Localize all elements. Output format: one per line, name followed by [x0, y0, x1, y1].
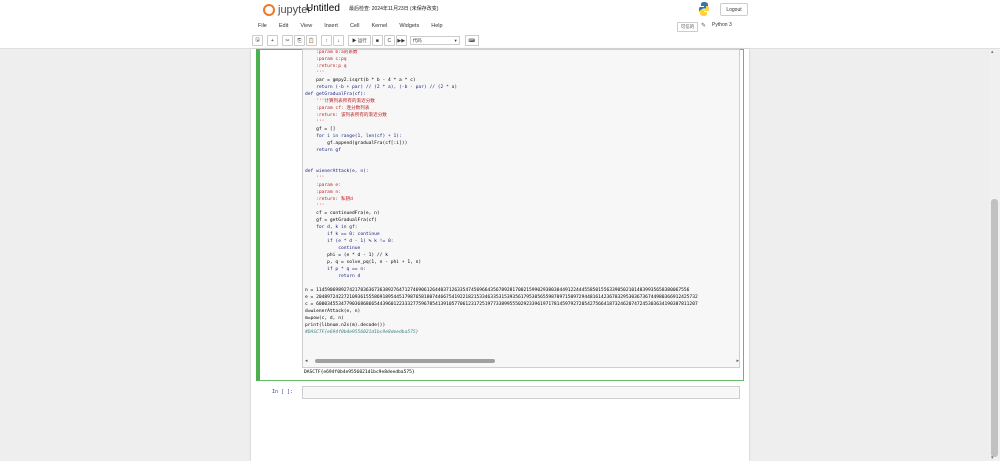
paste-button[interactable]: 📋	[306, 35, 317, 46]
code-line: d=wienerAttack(e, n)	[305, 309, 361, 314]
save-button[interactable]: 🖫	[252, 35, 263, 46]
code-line: for d, k in gf:	[305, 225, 358, 230]
code-line: :return: 该列表所有的渐近分数	[305, 113, 387, 118]
page-vertical-scrollbar[interactable]: ▴ ▾	[989, 49, 1000, 461]
code-line: :return: 私钥d	[305, 197, 353, 202]
move-down-button[interactable]: ↓	[333, 35, 344, 46]
kernel-name[interactable]: Python 3	[712, 22, 732, 28]
code-line: def getGradualFra(cf):	[305, 92, 366, 97]
code-line: gf.append(gradualFra(cf[:i]))	[305, 141, 408, 146]
menu-bar: File Edit View Insert Cell Kernel Widget…	[252, 20, 748, 32]
edit-mode-pencil-icon: ✎	[701, 23, 707, 29]
cut-button[interactable]: ✂	[282, 35, 293, 46]
logout-button[interactable]: Logout	[720, 3, 748, 16]
code-line: m=pow(c, d, n)	[305, 316, 344, 321]
menu-file[interactable]: File	[258, 23, 267, 29]
move-up-button[interactable]: ↑	[321, 35, 332, 46]
run-button[interactable]: ▶ 运行	[348, 35, 371, 46]
code-line: '''	[305, 120, 325, 125]
notebook-title[interactable]: Untitled	[306, 3, 340, 14]
code-line: cf = continuedFra(e, n)	[305, 211, 380, 216]
interrupt-button[interactable]: ■	[371, 35, 383, 46]
code-line: :param c:pq	[305, 57, 347, 62]
code-line: '''	[305, 204, 325, 209]
restart-button[interactable]: C	[383, 35, 395, 46]
jupyter-logo[interactable]: jupyter	[263, 3, 311, 17]
command-palette-keyboard-icon[interactable]: ⌨	[464, 35, 479, 46]
menu-help[interactable]: Help	[431, 23, 442, 29]
code-line: :param b:a的系数	[305, 50, 358, 55]
code-line: return d	[305, 274, 361, 279]
code-line: continue	[305, 246, 361, 251]
menu-view[interactable]: View	[300, 23, 312, 29]
code-line: return (-b + par) // (2 * a), (-b - par)…	[305, 85, 458, 90]
menu-kernel[interactable]: Kernel	[371, 23, 387, 29]
menu-cell[interactable]: Cell	[350, 23, 359, 29]
menu-edit[interactable]: Edit	[279, 23, 288, 29]
code-line: c = 600034553477903686866544396012233327…	[305, 302, 698, 307]
horizontal-scrollbar-thumb[interactable]	[315, 359, 495, 363]
cell-output: DASCTF{e694f0b4e9556021d1bc9e8deedba575}	[304, 370, 415, 375]
trusted-indicator[interactable]: 可信的	[677, 22, 698, 32]
notebook-header: jupyter Untitled 最后检查: 2024年11月23日 (未保存改…	[0, 0, 1000, 49]
code-line: :param cf: 连分数列表	[305, 106, 370, 111]
code-line: :param n:	[305, 190, 341, 195]
horizontal-scrollbar[interactable]: ◂ ▸	[305, 358, 739, 364]
code-line: n = 114590698927421783636736389276471274…	[305, 288, 690, 293]
menu-widgets[interactable]: Widgets	[399, 23, 419, 29]
menu-insert[interactable]: Insert	[324, 23, 338, 29]
empty-code-cell[interactable]	[302, 386, 740, 399]
code-line: par = gmpy2.isqrt(b * b - 4 * a * c)	[305, 78, 416, 83]
cell-type-value: 代码	[412, 37, 422, 43]
code-line: '''计算列表所有的渐近分数	[305, 99, 375, 104]
code-editor[interactable]: :param b:a的系数 :param c:pq :return:p q ''…	[302, 49, 740, 368]
code-line: return gf	[305, 148, 341, 153]
jupyter-logo-icon	[263, 4, 275, 16]
code-line: '''	[305, 176, 325, 181]
code-line: def wienerAttack(e, n):	[305, 169, 369, 174]
code-line: e = 204897242272109361555869189544517987…	[305, 295, 698, 300]
scroll-right-icon[interactable]: ▸	[736, 358, 739, 364]
vertical-scrollbar-thumb[interactable]	[991, 199, 998, 457]
code-line: p, q = solve_pq(1, n - phi + 1, n)	[305, 260, 422, 265]
restart-run-all-button[interactable]: ▶▶	[395, 35, 407, 46]
chevron-down-icon: ▾	[454, 37, 457, 43]
checkpoint-status: 最后检查: 2024年11月23日 (未保存改变)	[349, 6, 439, 12]
code-line: phi = (e * d - 1) // k	[305, 253, 388, 258]
scroll-left-icon[interactable]: ◂	[305, 358, 308, 364]
code-line: #DASCTF{e694f0b4e9556021d1bc9e8deedba575…	[305, 330, 419, 335]
python-logo-icon	[699, 2, 709, 16]
code-line: '''	[305, 71, 325, 76]
scroll-down-icon[interactable]: ▾	[991, 455, 994, 461]
code-line: if (e * d - 1) % k != 0:	[305, 239, 394, 244]
code-line: if k == 0: continue	[305, 232, 380, 237]
code-line: :return:p q	[305, 64, 347, 69]
code-line: :param e:	[305, 183, 341, 188]
cell-type-select[interactable]: 代码 ▾	[409, 36, 460, 45]
insert-cell-button[interactable]: +	[267, 35, 278, 46]
code-line: gf = getGradualFra(cf)	[305, 218, 377, 223]
code-line: print(libnum.n2s(m).decode())	[305, 323, 386, 328]
code-line: for i in range(1, len(cf) + 1):	[305, 134, 402, 139]
toolbar: 🖫 + ✂ ⎘ 📋 ↑ ↓ ▶ 运行 ■ C ▶▶ 代码 ▾ ⌨	[252, 35, 479, 46]
code-line: if p * q == n:	[305, 267, 366, 272]
copy-button[interactable]: ⎘	[294, 35, 305, 46]
scroll-up-icon[interactable]: ▴	[991, 49, 994, 55]
empty-cell-prompt: In [ ]:	[272, 389, 294, 395]
code-line: gf = []	[305, 127, 336, 132]
